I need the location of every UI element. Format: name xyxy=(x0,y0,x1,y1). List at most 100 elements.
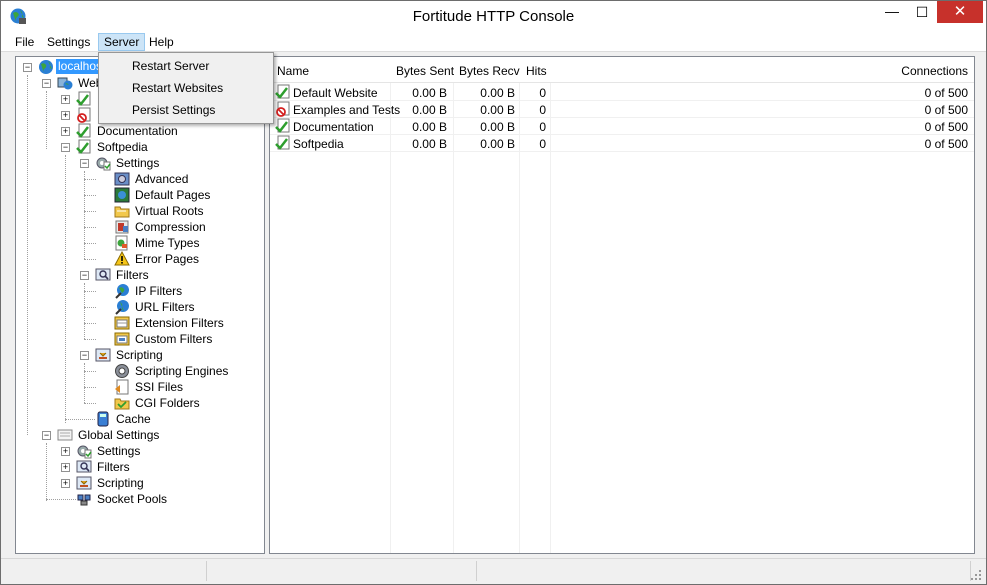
column-header-bytes-sent[interactable]: Bytes Sent xyxy=(396,64,454,78)
tree-node-softpedia[interactable]: − Softpedia xyxy=(16,139,264,155)
tree-node-scripting-engines[interactable]: Scripting Engines xyxy=(16,363,264,379)
cell-hits: 0 xyxy=(539,86,546,100)
tree-node-global-filters[interactable]: + Filters xyxy=(16,459,264,475)
scripting-icon xyxy=(95,348,111,362)
cell-name: Default Website xyxy=(293,86,378,100)
maximize-icon: ☐ xyxy=(915,4,929,20)
global-settings-icon xyxy=(57,429,73,441)
websites-list[interactable]: Name Bytes Sent Bytes Recv Hits Connecti… xyxy=(269,56,975,554)
tree-node-site-filters[interactable]: − Filters xyxy=(16,267,264,283)
tree-node-cgi-folders[interactable]: CGI Folders xyxy=(16,395,264,411)
websites-icon xyxy=(57,77,73,90)
minimize-icon: — xyxy=(885,3,899,19)
collapse-icon[interactable]: − xyxy=(23,63,32,72)
tree-node-socket-pools[interactable]: Socket Pools xyxy=(16,491,264,507)
expand-icon[interactable]: + xyxy=(61,111,70,120)
collapse-icon[interactable]: − xyxy=(80,271,89,280)
site-running-icon xyxy=(275,135,290,150)
tree-node-site-settings[interactable]: − Settings xyxy=(16,155,264,171)
expand-icon[interactable]: + xyxy=(61,463,70,472)
status-pane xyxy=(1,561,207,581)
minimize-button[interactable]: — xyxy=(877,1,907,23)
collapse-icon[interactable]: − xyxy=(42,431,51,440)
resize-grip-icon[interactable] xyxy=(970,569,982,581)
cell-connections: 0 of 500 xyxy=(924,86,968,100)
tree-node-custom-filters[interactable]: Custom Filters xyxy=(16,331,264,347)
tree-node-global-settings-child[interactable]: + Settings xyxy=(16,443,264,459)
tree-view[interactable]: − localhost − Websites + + + Documentati… xyxy=(15,56,265,554)
tree-label-virtual-roots: Virtual Roots xyxy=(135,204,204,218)
tree-node-documentation[interactable]: + Documentation xyxy=(16,123,264,139)
cell-bytes-recv: 0.00 B xyxy=(480,137,515,151)
close-icon: ✕ xyxy=(953,3,967,20)
status-pane xyxy=(477,561,971,581)
menu-item-restart-server[interactable]: Restart Server xyxy=(101,55,271,76)
tree-node-global-scripting[interactable]: + Scripting xyxy=(16,475,264,491)
collapse-icon[interactable]: − xyxy=(80,159,89,168)
tree-node-ip-filters[interactable]: IP Filters xyxy=(16,283,264,299)
tree-node-extension-filters[interactable]: Extension Filters xyxy=(16,315,264,331)
close-button[interactable]: ✕ xyxy=(937,1,983,23)
globe-icon xyxy=(39,60,53,74)
cell-connections: 0 of 500 xyxy=(924,137,968,151)
tree-node-default-pages[interactable]: Default Pages xyxy=(16,187,264,203)
menu-server[interactable]: Server xyxy=(98,33,146,51)
tree-node-url-filters[interactable]: URL Filters xyxy=(16,299,264,315)
title-bar[interactable]: Fortitude HTTP Console — ☐ ✕ xyxy=(1,1,986,32)
tree-label-global-scripting: Scripting xyxy=(97,476,144,490)
column-header-name[interactable]: Name xyxy=(277,64,309,78)
tree-label-softpedia: Softpedia xyxy=(97,140,148,154)
tree-label-extension-filters: Extension Filters xyxy=(135,316,224,330)
url-filters-icon xyxy=(115,300,129,315)
table-row[interactable]: Default Website 0.00 B 0.00 B 0 0 of 500 xyxy=(270,84,974,101)
site-stopped-icon xyxy=(77,107,91,123)
cgi-folder-icon xyxy=(114,398,130,410)
column-header-connections[interactable]: Connections xyxy=(901,64,968,78)
expand-icon[interactable]: + xyxy=(61,447,70,456)
table-row[interactable]: Documentation 0.00 B 0.00 B 0 0 of 500 xyxy=(270,118,974,135)
tree-node-advanced[interactable]: Advanced xyxy=(16,171,264,187)
collapse-icon[interactable]: − xyxy=(61,143,70,152)
filters-icon xyxy=(95,268,111,281)
expand-icon[interactable]: + xyxy=(61,127,70,136)
menu-help[interactable]: Help xyxy=(144,33,179,51)
expand-icon[interactable]: + xyxy=(61,95,70,104)
cell-connections: 0 of 500 xyxy=(924,120,968,134)
table-row[interactable]: Examples and Tests 0.00 B 0.00 B 0 0 of … xyxy=(270,101,974,118)
site-stopped-icon xyxy=(276,101,290,117)
menu-settings[interactable]: Settings xyxy=(42,33,95,51)
menu-file[interactable]: File xyxy=(10,33,39,51)
tree-label-site-settings: Settings xyxy=(116,156,160,170)
warning-icon xyxy=(114,251,130,266)
cell-bytes-sent: 0.00 B xyxy=(412,137,447,151)
advanced-icon xyxy=(114,172,130,186)
compression-icon xyxy=(115,220,129,234)
custom-filters-icon xyxy=(114,332,130,346)
cell-connections: 0 of 500 xyxy=(924,103,968,117)
collapse-icon[interactable]: − xyxy=(42,79,51,88)
cell-hits: 0 xyxy=(539,137,546,151)
column-header-bytes-recv[interactable]: Bytes Recv xyxy=(459,64,520,78)
column-header-hits[interactable]: Hits xyxy=(526,64,547,78)
table-row[interactable]: Softpedia 0.00 B 0.00 B 0 0 of 500 xyxy=(270,135,974,152)
tree-node-compression[interactable]: Compression xyxy=(16,219,264,235)
menu-item-restart-websites[interactable]: Restart Websites xyxy=(101,77,271,98)
app-window: Fortitude HTTP Console — ☐ ✕ File Settin… xyxy=(0,0,987,585)
tree-node-error-pages[interactable]: Error Pages xyxy=(16,251,264,267)
ip-filters-icon xyxy=(115,284,129,299)
tree-node-ssi-files[interactable]: SSI Files xyxy=(16,379,264,395)
tree-node-site-scripting[interactable]: − Scripting xyxy=(16,347,264,363)
default-pages-icon xyxy=(114,187,130,203)
tree-node-global-settings[interactable]: − Global Settings xyxy=(16,427,264,443)
tree-node-mime-types[interactable]: Mime Types xyxy=(16,235,264,251)
menu-item-persist-settings[interactable]: Persist Settings xyxy=(101,99,271,120)
settings-gear-icon xyxy=(96,157,111,171)
tree-label-documentation: Documentation xyxy=(97,124,178,138)
expand-icon[interactable]: + xyxy=(61,479,70,488)
tree-label-global-settings: Global Settings xyxy=(78,428,160,442)
tree-node-virtual-roots[interactable]: Virtual Roots xyxy=(16,203,264,219)
tree-label-cgi-folders: CGI Folders xyxy=(135,396,200,410)
tree-node-cache[interactable]: Cache xyxy=(16,411,264,427)
collapse-icon[interactable]: − xyxy=(80,351,89,360)
maximize-button[interactable]: ☐ xyxy=(907,1,937,23)
